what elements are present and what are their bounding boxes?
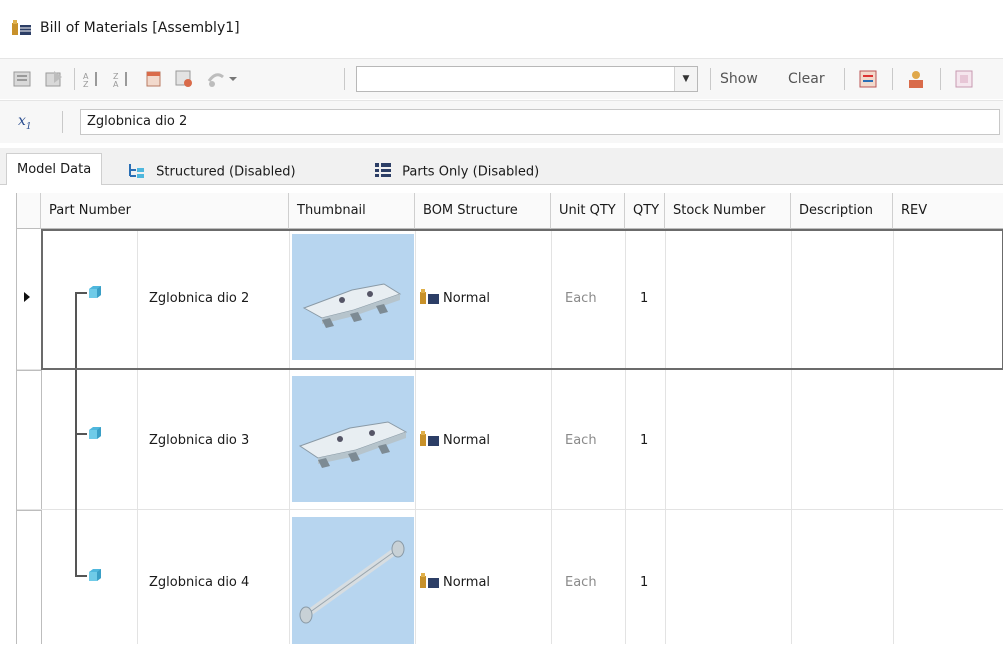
export-parts-icon[interactable] (952, 67, 976, 91)
toolbar: AZ ZA ▼ Show Clear (0, 58, 1003, 99)
part-icon (89, 286, 101, 298)
window-title: Bill of Materials [Assembly1] (40, 20, 240, 36)
chevron-down-icon[interactable]: ▼ (674, 67, 697, 91)
part-icon (89, 569, 101, 581)
tab-structured[interactable]: Structured (Disabled) (118, 154, 306, 184)
normal-structure-icon (420, 431, 439, 446)
column-header-thumbnail[interactable]: Thumbnail (289, 193, 415, 229)
column-header-stock-number[interactable]: Stock Number (665, 193, 791, 229)
thumbnail-hinge-pin (292, 517, 414, 644)
bom-grid: Part Number Thumbnail BOM Structure Unit… (16, 193, 1003, 644)
column-header-unit-qty[interactable]: Unit QTY (551, 193, 625, 229)
tab-parts-only[interactable]: Parts Only (Disabled) (364, 154, 549, 184)
formula-bar: x1 Zglobnica dio 2 (0, 100, 1003, 143)
unit-qty-cell[interactable]: Each (565, 291, 597, 306)
column-header-qty[interactable]: QTY (625, 193, 665, 229)
column-header-rev[interactable]: REV (893, 193, 1003, 229)
export-icon[interactable] (42, 67, 66, 91)
tab-model-data-label: Model Data (17, 162, 92, 177)
sort-ascending-icon[interactable]: AZ (80, 67, 104, 91)
filter-combo[interactable]: ▼ (356, 66, 698, 92)
part-number-cell[interactable]: Zglobnica dio 4 (149, 575, 249, 590)
bom-structure-cell[interactable]: Normal (443, 575, 490, 590)
qty-cell[interactable]: 1 (640, 575, 648, 590)
column-header-part-number[interactable]: Part Number (41, 193, 289, 229)
import-icon[interactable] (10, 67, 34, 91)
thumbnail-hinge-plate (292, 234, 414, 360)
row-header-corner (17, 193, 41, 229)
find-dropdown-icon[interactable] (226, 67, 240, 91)
bom-structure-cell[interactable]: Normal (443, 433, 490, 448)
find-icon[interactable] (204, 67, 228, 91)
row-header[interactable] (17, 229, 41, 369)
bom-settings-icon[interactable] (856, 67, 880, 91)
part-number-cell[interactable]: Zglobnica dio 3 (149, 433, 249, 448)
bom-structure-cell[interactable]: Normal (443, 291, 490, 306)
user-settings-icon[interactable] (904, 67, 928, 91)
unit-qty-cell[interactable]: Each (565, 575, 597, 590)
title-bar: Bill of Materials [Assembly1] (0, 0, 1003, 58)
unit-qty-cell[interactable]: Each (565, 433, 597, 448)
svg-text:Z: Z (83, 80, 89, 89)
formula-field[interactable]: Zglobnica dio 2 (80, 109, 1000, 135)
qty-cell[interactable]: 1 (640, 433, 648, 448)
row-header[interactable] (17, 510, 41, 645)
sort-descending-icon[interactable]: ZA (110, 67, 134, 91)
tab-model-data[interactable]: Model Data (6, 153, 103, 185)
renumber-icon[interactable] (142, 67, 166, 91)
part-icon (89, 427, 101, 439)
parts-only-icon (374, 162, 392, 182)
view-options-icon[interactable] (172, 67, 196, 91)
thumbnail-hinge-plate (292, 376, 414, 502)
tab-strip: Model Data Structured (Disabled) Parts O… (0, 148, 1003, 185)
function-icon[interactable]: x1 (18, 113, 32, 132)
part-number-cell[interactable]: Zglobnica dio 2 (149, 291, 249, 306)
tab-structured-label: Structured (Disabled) (156, 164, 296, 180)
normal-structure-icon (420, 573, 439, 588)
current-row-indicator-icon (24, 292, 30, 302)
qty-cell[interactable]: 1 (640, 291, 648, 306)
tab-parts-only-label: Parts Only (Disabled) (402, 164, 540, 180)
structured-icon (128, 162, 146, 182)
normal-structure-icon (420, 289, 439, 304)
clear-button[interactable]: Clear (788, 71, 825, 87)
bom-icon (12, 20, 32, 42)
row-header[interactable] (17, 370, 41, 510)
column-header-bom-structure[interactable]: BOM Structure (415, 193, 551, 229)
column-header-description[interactable]: Description (791, 193, 893, 229)
svg-text:A: A (113, 80, 119, 89)
show-button[interactable]: Show (720, 71, 758, 87)
